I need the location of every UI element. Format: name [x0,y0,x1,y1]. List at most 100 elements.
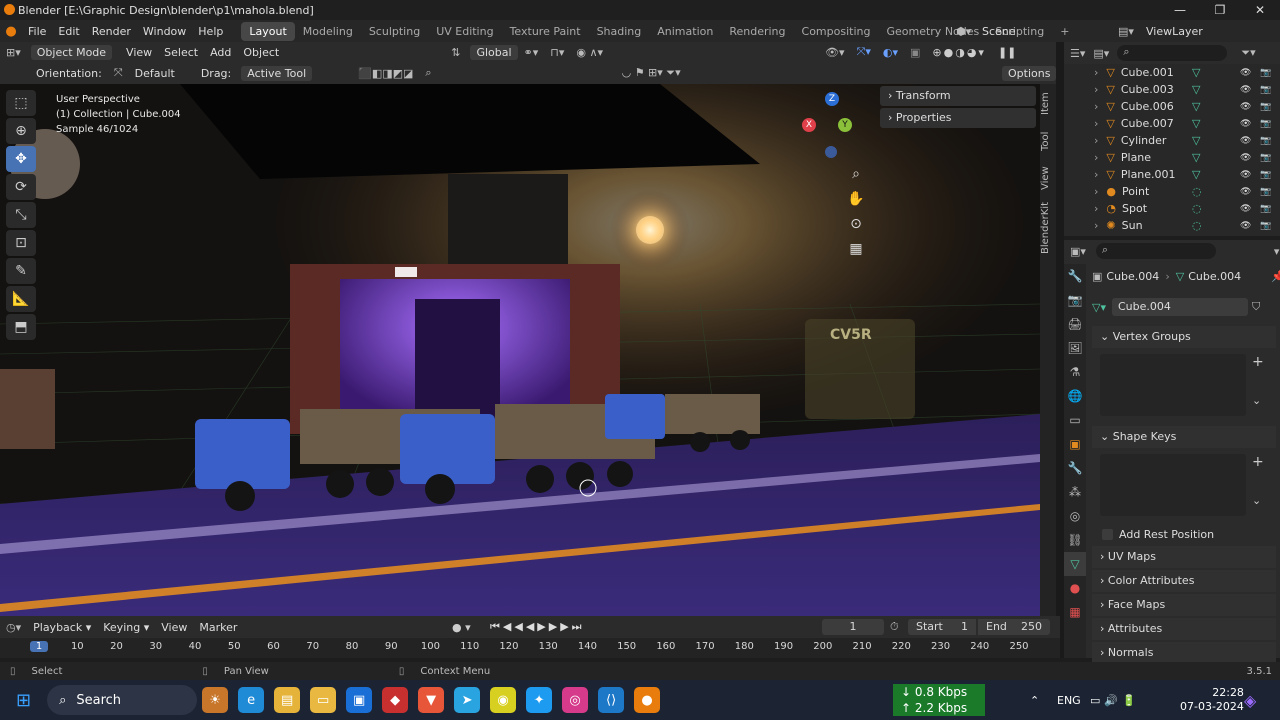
texture-tab-icon[interactable]: ▦ [1064,600,1086,624]
properties-panel-header[interactable]: › Properties [880,108,1036,128]
select-box-icon[interactable]: ⬚ [6,90,36,116]
outliner-row[interactable]: › ▽ Plane.001 ▽ 👁 📷 [1064,166,1280,183]
menu-render[interactable]: Render [86,25,137,38]
vertex-groups-header[interactable]: ⌄ Vertex Groups [1092,326,1276,348]
outliner-row[interactable]: › ● Point ◌ 👁 📷 [1064,183,1280,200]
pivot-icon[interactable]: ⚭▾ [518,46,545,59]
menu-window[interactable]: Window [137,25,192,38]
menu-help[interactable]: Help [192,25,229,38]
scene-tab-icon[interactable]: ⚗ [1064,360,1086,384]
shape-keys-header[interactable]: ⌄ Shape Keys [1092,426,1276,448]
expand-arrow-icon[interactable]: › [1094,100,1098,113]
twitter-icon[interactable]: ✦ [526,687,553,713]
view-layer-tab-icon[interactable]: 🖼 [1064,336,1086,360]
menu-edit[interactable]: Edit [52,25,85,38]
render-camera-icon[interactable]: 📷 [1260,136,1271,146]
world-tab-icon[interactable]: 🌐 [1064,384,1086,408]
outliner-row[interactable]: › ▽ Cylinder ▽ 👁 📷 [1064,132,1280,149]
brave-icon[interactable]: ▼ [418,687,445,713]
add-menu[interactable]: Add [204,46,237,59]
end-frame-field[interactable]: End 250 [978,619,1050,635]
stopwatch-icon[interactable]: ⏱ [890,620,899,634]
add-rest-position-checkbox[interactable] [1102,528,1113,540]
keying-menu[interactable]: Keying ▾ [97,621,155,634]
shape-key-menu-icon[interactable]: ⌄ [1252,494,1261,507]
render-camera-icon[interactable]: 📷 [1260,204,1271,214]
visibility-eye-icon[interactable]: 👁 [1240,204,1251,214]
outliner-row[interactable]: › ▽ Cube.001 ▽ 👁 📷 [1064,64,1280,81]
xray-icon[interactable]: ▣ [904,46,926,59]
timeline-view-menu[interactable]: View [155,621,193,634]
tray-overflow-icon[interactable]: ⌃ [1030,694,1039,707]
render-camera-icon[interactable]: 📷 [1260,153,1271,163]
visibility-eye-icon[interactable]: 👁 [1240,153,1251,163]
workspace-tab-shading[interactable]: Shading [589,22,650,41]
gizmo-toggle-icon[interactable]: ⤧▾ [851,45,877,59]
pause-render-icon[interactable]: ❚❚ [992,46,1022,59]
pin-icon[interactable]: 📌 [1271,270,1280,283]
display-mode-icon[interactable]: ▤▾ [1093,47,1109,60]
physics-tab-icon[interactable]: ◎ [1064,504,1086,528]
rotate-icon[interactable]: ⟳ [6,174,36,200]
gizmo-neg-z[interactable] [825,146,837,158]
render-camera-icon[interactable]: 📷 [1260,170,1271,180]
constraints-tab-icon[interactable]: ⛓ [1064,528,1086,552]
chrome-icon[interactable]: ◉ [490,687,517,713]
language-indicator[interactable]: ENG [1057,694,1081,707]
widgets-icon[interactable]: ☀ [202,687,229,713]
zoom-icon[interactable]: ⌕ [846,162,866,187]
add-vertex-group-icon[interactable]: + [1252,354,1264,370]
fake-user-icon[interactable]: ⛉ [1252,300,1260,314]
workspace-tab-texture-paint[interactable]: Texture Paint [502,22,589,41]
tab-view[interactable]: View [1040,158,1056,198]
add-cube-icon[interactable]: ⬒ [6,314,36,340]
nvidia-icon[interactable]: ▣ [346,687,373,713]
render-camera-icon[interactable]: 📷 [1260,85,1271,95]
measure-icon[interactable]: 📐 [6,286,36,312]
menu-file[interactable]: File [22,25,52,38]
options-dropdown[interactable]: Options [1002,65,1057,81]
gizmo-x-axis[interactable]: X [802,118,816,132]
transform-orientation-dropdown[interactable]: Global [470,44,518,60]
taskbar-search-box[interactable]: ⌕ Search [47,685,198,715]
file-explorer-icon[interactable]: ▭ [310,687,337,713]
instagram-icon[interactable]: ◎ [562,687,589,713]
render-camera-icon[interactable]: 📷 [1260,221,1271,231]
visibility-eye-icon[interactable]: 👁 [1240,187,1251,197]
outliner-row[interactable]: › ▽ Cube.003 ▽ 👁 📷 [1064,81,1280,98]
modifier-tab-icon[interactable]: 🔧 [1064,456,1086,480]
tab-blenderkit[interactable]: BlenderKit [1040,198,1056,258]
snap-tools-icons[interactable]: ◡ ⚑ ⊞▾ ⏷▾ [616,66,687,80]
color-attributes-header[interactable]: › Color Attributes [1092,570,1276,592]
outliner-row[interactable]: › ✺ Sun ◌ 👁 📷 [1064,217,1280,234]
current-frame-field[interactable]: 1 [822,619,884,635]
particles-tab-icon[interactable]: ⁂ [1064,480,1086,504]
render-camera-icon[interactable]: 📷 [1260,187,1271,197]
tab-tool[interactable]: Tool [1040,124,1056,158]
gizmo-z-axis[interactable]: Z [825,92,839,106]
pan-hand-icon[interactable]: ✋ [846,187,866,212]
outliner-row[interactable]: › ▽ Plane ▽ 👁 📷 [1064,149,1280,166]
add-workspace-icon[interactable]: + [1052,22,1077,41]
view-layer-icon[interactable]: ▤▾ [1118,25,1134,38]
tab-item[interactable]: Item [1040,84,1056,124]
visibility-eye-icon[interactable]: 👁 [1240,119,1251,129]
expand-arrow-icon[interactable]: › [1094,83,1098,96]
outliner-row[interactable]: › ▽ Cube.006 ▽ 👁 📷 [1064,98,1280,115]
visibility-eye-icon[interactable]: 👁 [1240,85,1251,95]
orientation-dropdown[interactable]: Default [129,67,181,80]
vertex-group-menu-icon[interactable]: ⌄ [1252,394,1261,407]
area-divider[interactable] [1056,42,1064,658]
scene-icon[interactable]: ⬢▾ [956,25,971,38]
visibility-eye-icon[interactable]: 👁 [1240,136,1251,146]
mesh-data-tab-icon[interactable]: ▽ [1064,552,1086,576]
timeline-editor-icon[interactable]: ◷▾ [0,621,27,634]
outliner-row[interactable]: › ▽ Cube.007 ▽ 👁 📷 [1064,115,1280,132]
scene-name[interactable]: Scene [982,25,1016,38]
collection-tab-icon[interactable]: ▭ [1064,408,1086,432]
outliner-type-icon[interactable]: ☰▾ [1070,47,1085,60]
minimize-button[interactable]: — [1160,0,1200,20]
properties-search-input[interactable]: ⌕ [1095,243,1216,259]
uv-maps-header[interactable]: › UV Maps [1092,546,1276,568]
selection-mode-icons[interactable]: ⬛◧◨◩◪ [352,67,419,80]
